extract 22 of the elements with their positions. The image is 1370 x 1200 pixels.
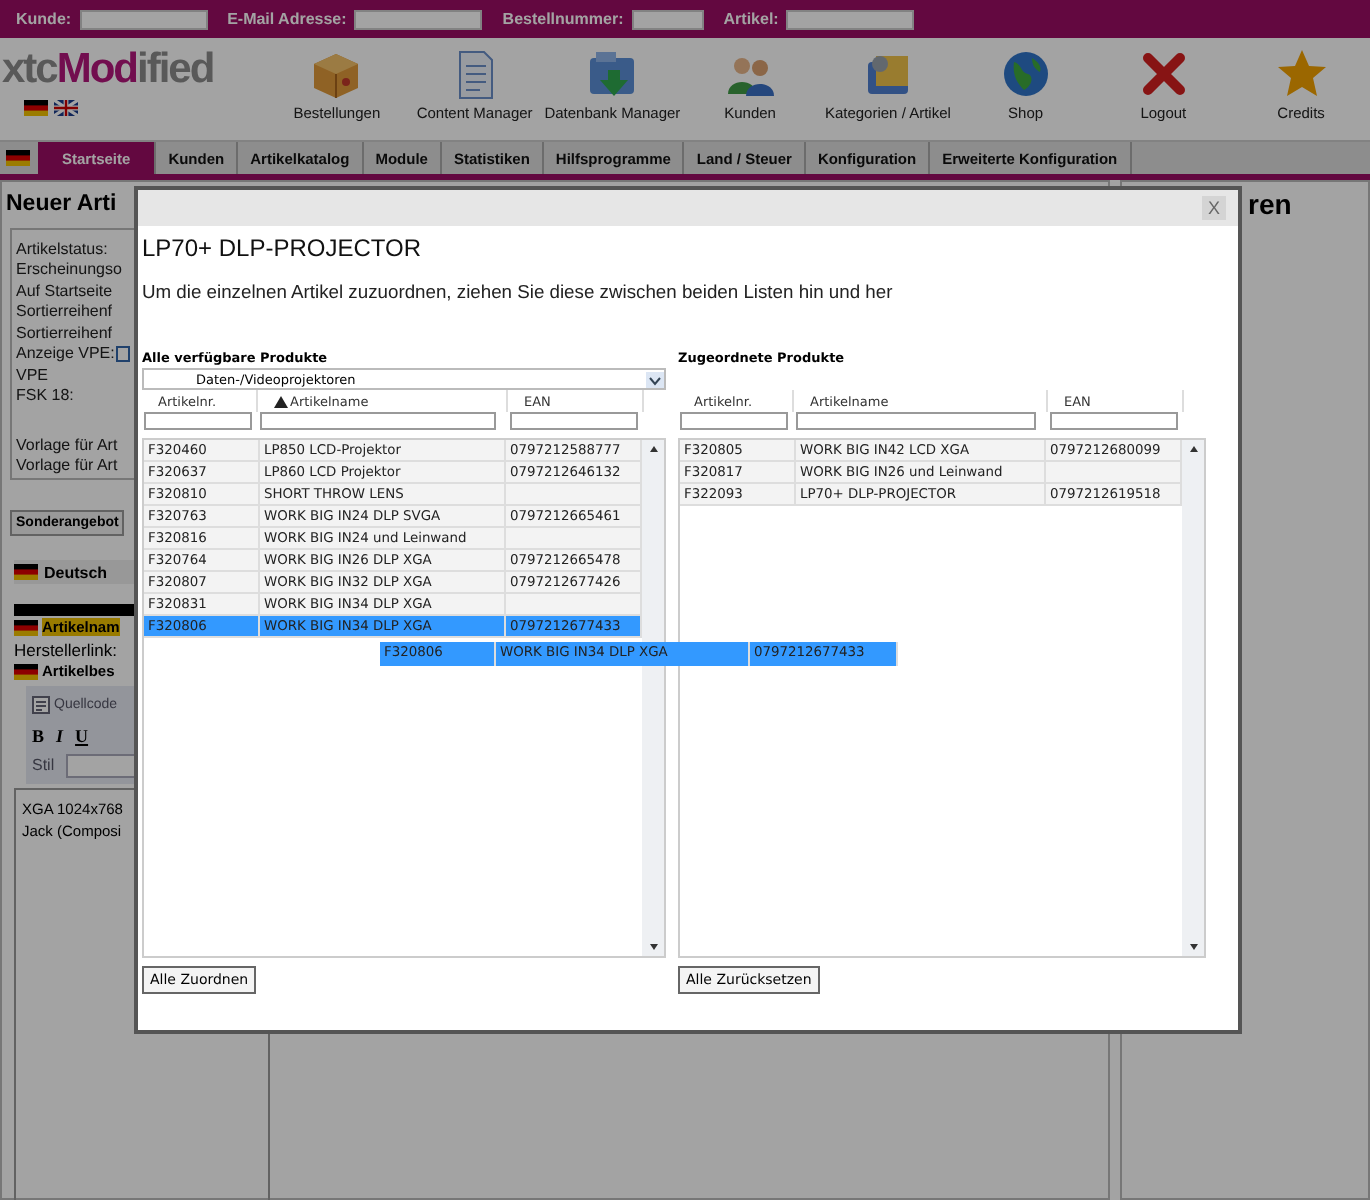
field-label: VPE — [16, 365, 49, 384]
page-heading: Neuer Arti — [4, 190, 119, 220]
panel-heading: ren — [1248, 186, 1294, 222]
field-label: Kunde: — [16, 10, 72, 28]
field-label: FSK 18: — [16, 386, 74, 405]
field-label: Artikelstatus: — [16, 239, 108, 258]
field-label: Vorlage für Art — [16, 456, 118, 475]
field-label: Vorlage für Art — [16, 435, 118, 454]
field-label: Herstellerlink: — [14, 639, 117, 659]
field-label: Sortierreihenf — [16, 323, 113, 342]
field-label: Stil — [32, 756, 55, 774]
field-label: Artikel: — [723, 10, 779, 28]
logo: xtcModified — [2, 46, 214, 94]
field-label: Sortierreihenf — [16, 302, 113, 321]
instruction-text: Um die einzelnen Artikel zuzuordnen, ziehen Sie diese zwischen beiden Listen hin und her — [142, 280, 895, 302]
field-label: Bestellnummer: — [502, 10, 624, 28]
tab-label: Deutsch — [44, 563, 108, 581]
dialog-heading: LP70+ DLP-PROJECTOR — [142, 234, 423, 262]
field-label: Anzeige VPE: — [16, 344, 115, 363]
field-label: Auf Startseite — [16, 281, 113, 300]
field-label: Erscheinungso — [16, 260, 122, 279]
field-label: E-Mail Adresse: — [227, 10, 347, 28]
